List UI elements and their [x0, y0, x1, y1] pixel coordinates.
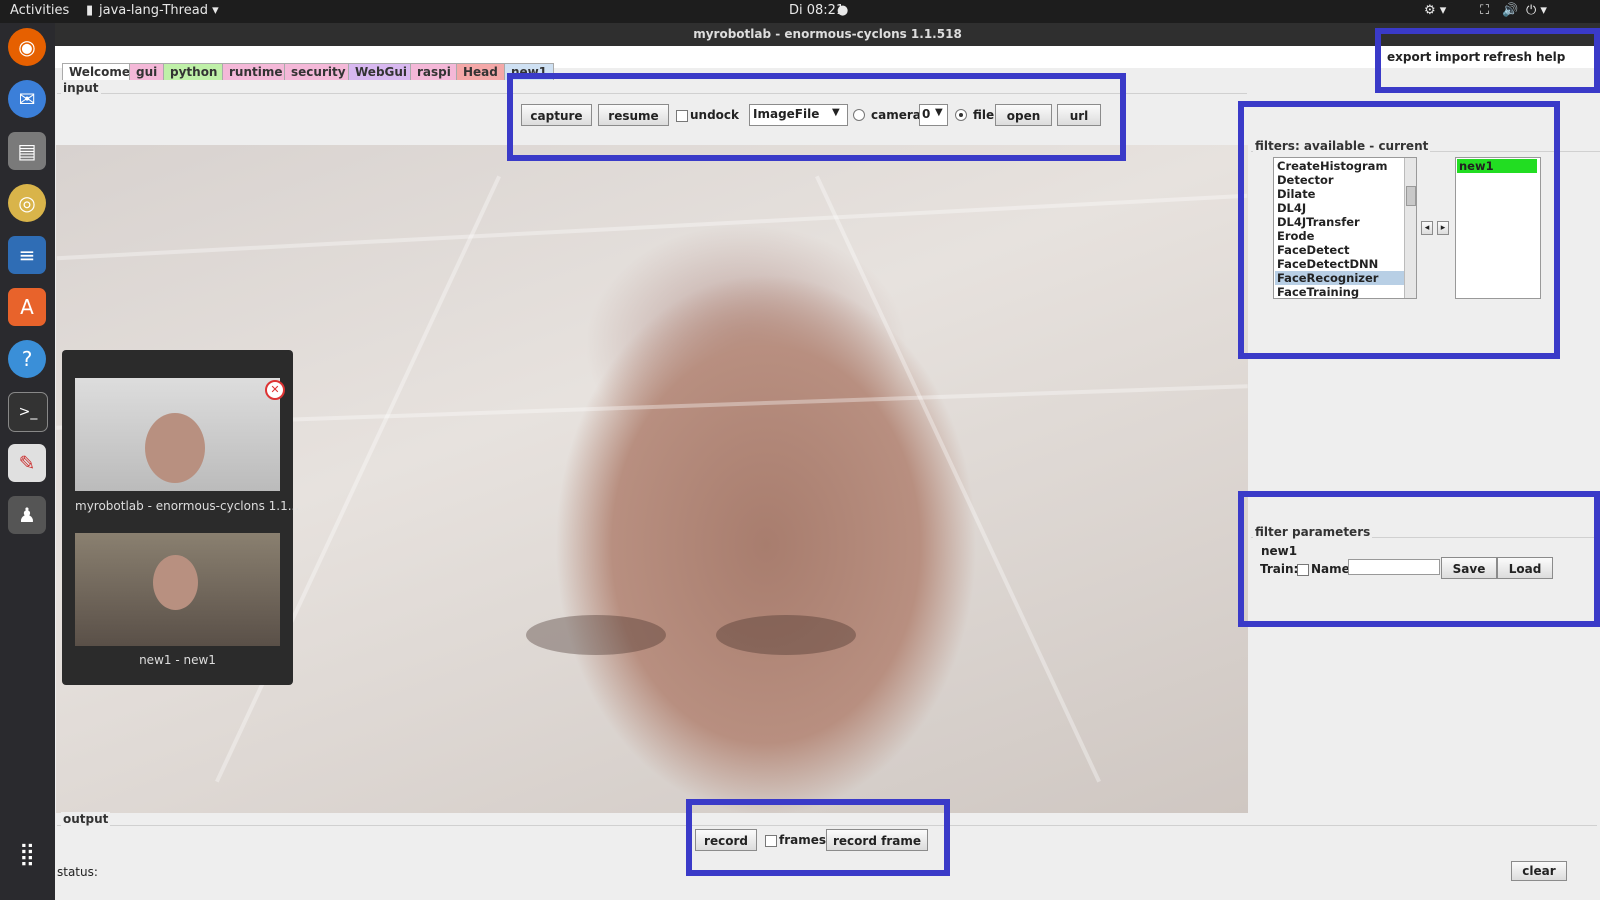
- window-title: myrobotlab - enormous-cyclons 1.1.518: [55, 23, 1600, 46]
- current-filters-list[interactable]: new1: [1455, 157, 1541, 299]
- load-button[interactable]: Load: [1497, 557, 1553, 579]
- grabber-type-select[interactable]: ImageFile ▼: [749, 104, 848, 126]
- terminal-icon[interactable]: >_: [8, 392, 48, 432]
- add-filter-arrow-icon[interactable]: ▸: [1437, 221, 1449, 235]
- ceiling-line: [815, 175, 1101, 783]
- menu-refresh[interactable]: refresh: [1483, 50, 1532, 64]
- tab-webgui[interactable]: WebGui: [348, 63, 415, 80]
- tab-gui[interactable]: gui: [129, 63, 165, 80]
- java-app-dock-icon[interactable]: ♟: [8, 496, 46, 534]
- undock-checkbox[interactable]: [676, 110, 688, 122]
- frames-checkbox[interactable]: [765, 835, 777, 847]
- list-item[interactable]: Erode: [1275, 229, 1405, 243]
- list-item[interactable]: CreateHistogram: [1275, 159, 1405, 173]
- filters-title: filters: available - current: [1253, 139, 1431, 153]
- text-editor-icon[interactable]: ✎: [8, 444, 46, 482]
- grabber-type-value: ImageFile: [753, 107, 820, 121]
- status-label: status:: [57, 865, 98, 879]
- notification-dot-icon: ●: [837, 3, 849, 18]
- record-frame-button[interactable]: record frame: [826, 829, 928, 851]
- files-icon[interactable]: ▤: [8, 132, 46, 170]
- accessibility-icon[interactable]: ⚙ ▾: [1424, 3, 1446, 18]
- volume-icon[interactable]: 🔊: [1502, 3, 1518, 18]
- list-item[interactable]: DL4J: [1275, 201, 1405, 215]
- close-icon[interactable]: ✕: [265, 380, 285, 400]
- train-checkbox[interactable]: [1297, 564, 1309, 576]
- input-title: input: [61, 81, 101, 95]
- writer-icon[interactable]: ≡: [8, 236, 46, 274]
- available-filters-list[interactable]: CreateHistogram Detector Dilate DL4J DL4…: [1273, 157, 1417, 299]
- camera-index-select[interactable]: 0 ▼: [919, 104, 948, 126]
- name-field[interactable]: [1348, 559, 1440, 575]
- file-radio[interactable]: [955, 109, 967, 121]
- chevron-down-icon: ▼: [832, 107, 840, 118]
- clear-button[interactable]: clear: [1511, 861, 1567, 881]
- tab-head[interactable]: Head: [456, 63, 505, 80]
- file-label: file: [973, 108, 995, 122]
- list-scrollbar[interactable]: [1404, 158, 1416, 298]
- list-item[interactable]: Dilate: [1275, 187, 1405, 201]
- show-apps-icon[interactable]: ⣿: [8, 835, 46, 873]
- window-thumbnail[interactable]: ✕: [75, 378, 285, 491]
- menu-help[interactable]: help: [1536, 50, 1565, 64]
- save-button[interactable]: Save: [1441, 557, 1497, 579]
- undock-label: undock: [690, 108, 740, 122]
- list-item[interactable]: FaceTraining: [1275, 285, 1405, 299]
- list-item[interactable]: DL4JTransfer: [1275, 215, 1405, 229]
- filter-parameters-title: filter parameters: [1253, 525, 1373, 539]
- network-icon[interactable]: ⛶: [1480, 3, 1489, 18]
- menu-import[interactable]: import: [1435, 50, 1480, 64]
- window-thumbnail[interactable]: [75, 533, 280, 646]
- help-icon[interactable]: ?: [8, 340, 46, 378]
- power-icon[interactable]: ⏻ ▾: [1526, 3, 1547, 18]
- system-top-bar: Activities ▮ java-lang-Thread ▾ Di 08:21…: [0, 0, 1600, 23]
- scrollbar-thumb[interactable]: [1406, 186, 1416, 206]
- thunderbird-icon[interactable]: ✉: [8, 80, 46, 118]
- switcher-item-label: new1 - new1: [139, 653, 216, 667]
- capture-button[interactable]: capture: [521, 104, 592, 126]
- rhythmbox-icon[interactable]: ◎: [8, 184, 46, 222]
- java-app-icon: ▮: [86, 3, 94, 18]
- remove-filter-arrow-icon[interactable]: ◂: [1421, 221, 1433, 235]
- eye-shadow: [716, 615, 856, 655]
- eye-shadow: [526, 615, 666, 655]
- chevron-down-icon: ▼: [935, 107, 943, 118]
- camera-index-value: 0: [922, 107, 931, 121]
- output-title: output: [61, 812, 111, 826]
- dock: ◉ ✉ ▤ ◎ ≡ A ? >_ ✎ ♟ ⣿: [0, 23, 55, 900]
- app-menu-label: java-lang-Thread: [99, 3, 208, 18]
- tab-python[interactable]: python: [163, 63, 225, 80]
- list-item[interactable]: Detector: [1275, 173, 1405, 187]
- tab-new1[interactable]: new1: [504, 63, 555, 80]
- activities-button[interactable]: Activities: [10, 3, 69, 18]
- tab-welcome[interactable]: Welcome: [62, 63, 138, 80]
- camera-label: camera: [871, 108, 921, 122]
- app-menu[interactable]: java-lang-Thread ▾: [99, 3, 219, 18]
- list-item-selected[interactable]: FaceRecognizer: [1275, 271, 1405, 285]
- filter-name-label: new1: [1261, 544, 1298, 558]
- menu-export[interactable]: export: [1387, 50, 1431, 64]
- face-thumbnail: [153, 555, 198, 610]
- url-button[interactable]: url: [1057, 104, 1101, 126]
- tab-security[interactable]: security: [284, 63, 353, 80]
- clock[interactable]: Di 08:21: [789, 3, 844, 18]
- firefox-icon[interactable]: ◉: [8, 28, 46, 66]
- current-filter-item[interactable]: new1: [1457, 159, 1537, 173]
- software-center-icon[interactable]: A: [8, 288, 46, 326]
- train-label: Train:: [1260, 562, 1299, 576]
- open-button[interactable]: open: [995, 104, 1052, 126]
- ceiling-line: [56, 193, 1248, 261]
- switcher-item-label: myrobotlab - enormous-cyclons 1.1...: [75, 499, 300, 513]
- list-item[interactable]: FaceDetectDNN: [1275, 257, 1405, 271]
- tab-runtime[interactable]: runtime: [222, 63, 290, 80]
- list-item[interactable]: FaceDetect: [1275, 243, 1405, 257]
- window-switcher-popup: ✕ myrobotlab - enormous-cyclons 1.1... n…: [62, 350, 300, 685]
- face-thumbnail: [145, 413, 205, 483]
- resume-button[interactable]: resume: [598, 104, 669, 126]
- frames-label: frames: [779, 833, 827, 847]
- camera-radio[interactable]: [853, 109, 865, 121]
- record-button[interactable]: record: [695, 829, 757, 851]
- filter-parameters-panel: [1251, 537, 1600, 638]
- tab-raspi[interactable]: raspi: [410, 63, 458, 80]
